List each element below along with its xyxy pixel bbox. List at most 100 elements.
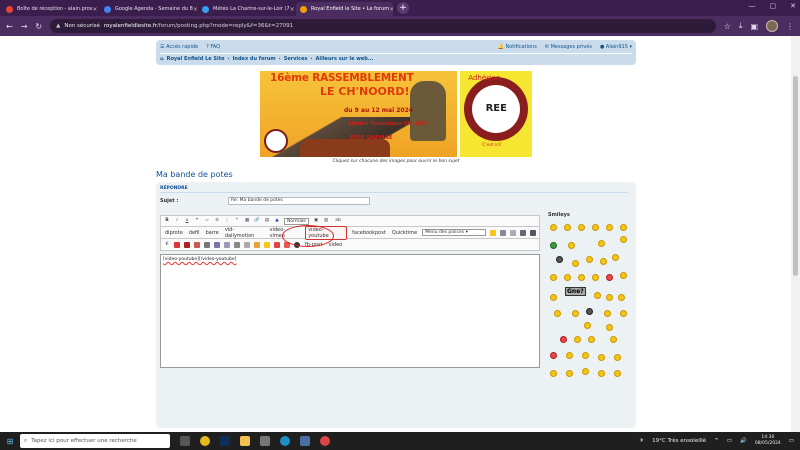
smiley-icon[interactable] (606, 224, 613, 231)
profile-avatar[interactable] (766, 20, 778, 32)
attachment-button[interactable]: ▤ (264, 218, 270, 224)
media-button[interactable]: ▣ (313, 218, 319, 224)
grid-tool-icon[interactable] (520, 229, 527, 236)
smiley-icon[interactable] (620, 310, 627, 317)
smiley-icon[interactable] (612, 254, 619, 261)
message-textarea[interactable]: [video-youtube][/video-youtube] (160, 254, 540, 368)
smiley-icon[interactable] (598, 354, 605, 361)
photoshop-icon[interactable] (220, 436, 230, 446)
forward-icon[interactable]: → (21, 22, 28, 31)
smiley-icon[interactable] (578, 274, 585, 281)
tab-agenda[interactable]: Google Agenda - Semaine du 8 × (100, 2, 197, 16)
tab-mail[interactable]: Boîte de réception - alain.pros × (2, 2, 99, 16)
tab-forum[interactable]: Royal Enfield le Site • Le forum × (296, 2, 393, 16)
warning-tool-icon[interactable] (174, 241, 180, 248)
align-tool-icon[interactable] (510, 229, 517, 236)
bbcode-facebookpost[interactable]: facebookpost (351, 230, 387, 236)
underline-button[interactable]: u (184, 218, 190, 224)
bbcode-dlprote[interactable]: dlprote (164, 230, 184, 236)
table-tool-icon[interactable] (500, 229, 507, 236)
folder-icon[interactable] (240, 436, 250, 446)
list-button[interactable]: ≡ (214, 218, 220, 224)
smiley-icon[interactable] (620, 236, 627, 243)
gne-smiley[interactable]: Gne? (565, 287, 586, 296)
quote-button[interactable]: ❝ (194, 218, 200, 224)
smiley-icon[interactable] (598, 370, 605, 377)
breadcrumb-item[interactable]: Services (284, 56, 308, 62)
split-view-icon[interactable]: ▣ (750, 22, 758, 31)
breadcrumb-item[interactable]: Index du forum (233, 56, 276, 62)
code-button[interactable]: ‹› (204, 218, 210, 224)
smiley-icon[interactable] (574, 336, 581, 343)
maximize-icon[interactable]: ▢ (770, 2, 777, 10)
back-icon[interactable]: ← (6, 22, 13, 31)
smiley-icon[interactable] (566, 352, 573, 359)
smiley-icon[interactable] (560, 336, 567, 343)
smiley-icon[interactable] (600, 258, 607, 265)
notifications-link[interactable]: 🔔 Notifications (498, 44, 537, 50)
list-item-button[interactable]: * (234, 218, 240, 224)
windows-start-icon[interactable]: ⊞ (0, 437, 20, 446)
membership-banner[interactable]: REE Adhésion C'est ici! (460, 71, 532, 157)
smiley-icon[interactable] (606, 324, 613, 331)
color-button[interactable]: ▲ (274, 218, 280, 224)
bbcode-video[interactable]: video (328, 242, 344, 248)
weather-text[interactable]: 19°C Très ensoleillé (652, 438, 706, 444)
breadcrumb-item[interactable]: Royal Enfield Le Site (167, 56, 225, 62)
app-icon[interactable] (260, 436, 270, 446)
messages-link[interactable]: ✉ Messages privés (545, 44, 592, 50)
chrome-icon[interactable] (200, 436, 210, 446)
smiley-icon[interactable] (566, 370, 573, 377)
smiley-icon[interactable] (586, 256, 593, 263)
smiley-icon[interactable] (572, 260, 579, 267)
smiley-icon[interactable] (550, 370, 557, 377)
close-icon[interactable]: × (290, 6, 295, 13)
smiley-icon[interactable] (620, 224, 627, 231)
align-left-icon[interactable] (214, 241, 220, 248)
scrollbar-thumb[interactable] (793, 76, 798, 276)
abbr-button[interactable]: ab (333, 218, 343, 224)
address-bar[interactable]: ▲ Non sécurisé royalenfieldlesite.fr/for… (50, 19, 716, 33)
bbcode-defil[interactable]: defil (188, 230, 201, 236)
smiley-icon[interactable] (550, 352, 557, 359)
smiley-icon[interactable] (568, 242, 575, 249)
font-family-select[interactable]: Menu des polices ▾ (422, 229, 487, 236)
smiley-icon[interactable] (556, 256, 563, 263)
smiley-icon[interactable] (588, 336, 595, 343)
smiley-icon[interactable] (554, 310, 561, 317)
check-tool-icon[interactable] (530, 229, 537, 236)
emoji-icon[interactable] (264, 241, 270, 248)
smiley-icon[interactable] (614, 354, 621, 361)
smiley-icon[interactable] (592, 224, 599, 231)
new-tab-button[interactable]: + (397, 2, 409, 14)
smiley-icon[interactable] (564, 274, 571, 281)
quick-links[interactable]: ☰ Accès rapide (160, 44, 198, 50)
smiley-icon[interactable] (582, 352, 589, 359)
smiley-icon[interactable] (592, 274, 599, 281)
smiley-icon[interactable] (614, 370, 621, 377)
smiley-icon[interactable] (550, 224, 557, 231)
chrome-active-icon[interactable] (320, 436, 330, 446)
font-size-select[interactable]: Normale (284, 217, 310, 225)
smiley-icon[interactable] (550, 274, 557, 281)
taskbar-search[interactable]: ⌕ Tapez ici pour effectuer une recherche (20, 434, 170, 448)
outdent-icon[interactable] (244, 241, 250, 248)
tab-weather[interactable]: Météo La Chartre-sur-le-Loir (7 × (198, 2, 295, 16)
smiley-icon[interactable] (578, 224, 585, 231)
minimize-icon[interactable]: — (749, 2, 756, 10)
smiley-icon[interactable] (610, 336, 617, 343)
volume-icon[interactable]: 🔊 (740, 438, 747, 444)
link-button[interactable]: 🔗 (254, 218, 260, 224)
close-icon[interactable]: × (193, 6, 197, 13)
task-view-icon[interactable] (180, 436, 190, 446)
edge-icon[interactable] (280, 436, 290, 446)
smiley-icon[interactable] (550, 294, 557, 301)
notification-center-icon[interactable]: ▭ (789, 438, 794, 444)
page-scrollbar[interactable] (791, 36, 800, 432)
close-window-icon[interactable]: ✕ (790, 2, 796, 10)
breadcrumb-item[interactable]: Ailleurs sur le web... (316, 56, 374, 62)
clock[interactable]: 14:30 08/05/2024 (755, 435, 781, 447)
menu-icon[interactable]: ⋮ (786, 22, 794, 31)
bold-button[interactable]: B (164, 218, 170, 224)
smiley-icon[interactable] (584, 322, 591, 329)
